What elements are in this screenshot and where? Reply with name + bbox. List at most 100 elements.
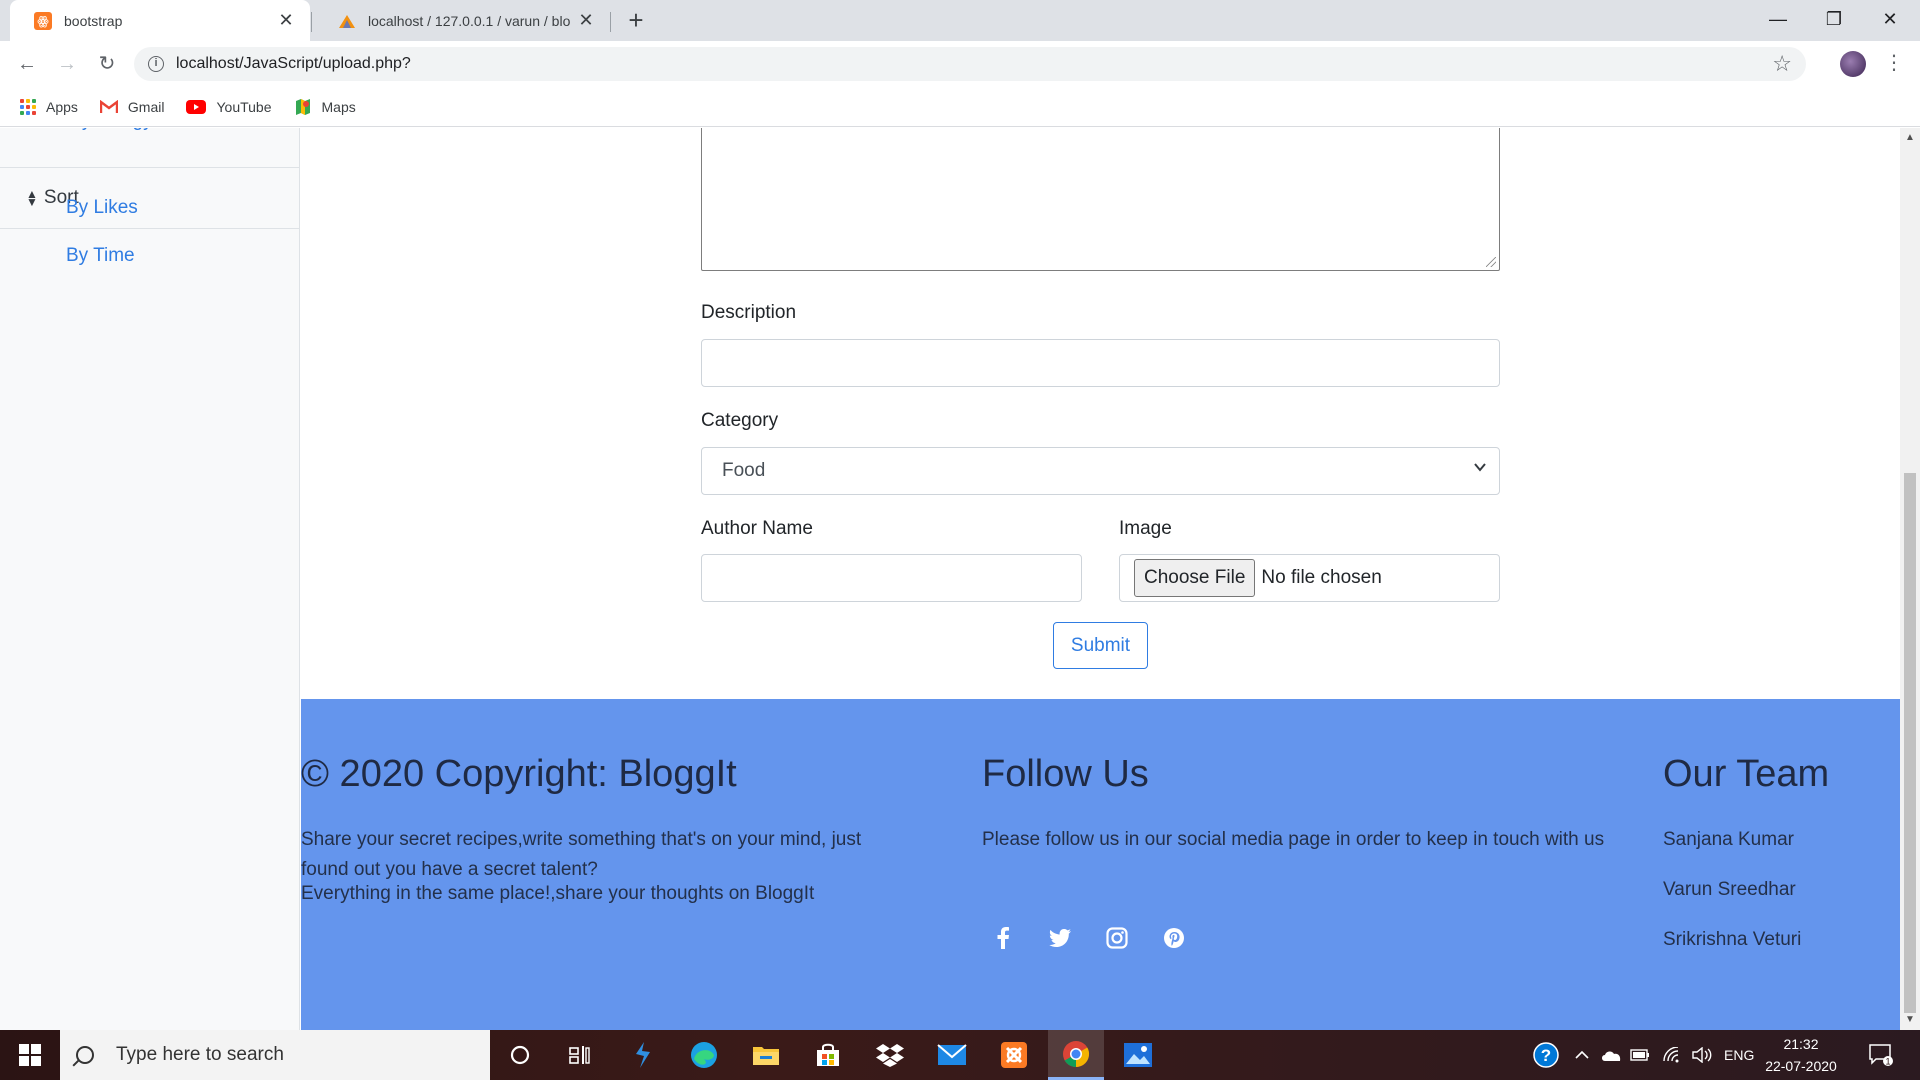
footer-follow-text: Please follow us in our social media pag… <box>982 829 1605 850</box>
volume-icon[interactable] <box>1692 1030 1712 1080</box>
xampp-icon: ꙮ <box>34 11 52 30</box>
dropbox-icon[interactable] <box>862 1030 918 1080</box>
no-file-text: No file chosen <box>1261 567 1382 588</box>
instagram-icon[interactable] <box>1102 923 1132 953</box>
onedrive-icon[interactable] <box>1600 1030 1622 1080</box>
taskbar-search-placeholder: Type here to search <box>116 1044 284 1065</box>
footer-copyright-heading: © 2020 Copyright: BloggIt <box>301 753 737 795</box>
tab-bootstrap[interactable]: ꙮ bootstrap ✕ <box>10 0 310 41</box>
tab-divider <box>311 12 312 32</box>
page-viewport: mythology ▲▼ Sort By Likes By Time Descr… <box>0 128 1900 1030</box>
sidebar-item-by-time[interactable]: By Time <box>66 245 135 267</box>
footer-copyright-text-2: Everything in the same place!,share your… <box>301 883 815 904</box>
sort-icon: ▲ ▼ <box>26 187 38 209</box>
task-view-icon[interactable] <box>552 1030 608 1080</box>
chevron-up-icon[interactable] <box>1574 1030 1590 1080</box>
xampp-taskbar-icon[interactable] <box>986 1030 1042 1080</box>
url-text: localhost/JavaScript/upload.php? <box>176 55 411 72</box>
category-select[interactable]: Food <box>701 447 1500 495</box>
content-textarea[interactable] <box>701 128 1500 271</box>
profile-avatar[interactable] <box>1840 51 1866 77</box>
page-scrollbar[interactable]: ▲ ▼ <box>1900 128 1920 1030</box>
sidebar-item-mythology[interactable]: mythology <box>66 128 153 132</box>
bookmark-apps[interactable]: Apps <box>20 98 78 115</box>
language-indicator[interactable]: ENG <box>1724 1030 1754 1080</box>
restore-button[interactable]: ❐ <box>1806 0 1862 41</box>
info-icon[interactable]: i <box>148 56 164 72</box>
start-button[interactable] <box>0 1030 60 1080</box>
bookmark-label: Gmail <box>127 98 165 115</box>
category-value: Food <box>722 460 766 481</box>
clock-time: 21:32 <box>1783 1036 1819 1052</box>
clock-date: 22-07-2020 <box>1765 1058 1837 1074</box>
choose-file-button[interactable]: Choose File <box>1134 559 1256 597</box>
tab-phpmyadmin[interactable]: localhost / 127.0.0.1 / varun / blo ✕ <box>314 0 610 41</box>
scrollbar-thumb[interactable] <box>1904 473 1916 1013</box>
visual-studio-code-icon[interactable] <box>614 1030 670 1080</box>
footer: © 2020 Copyright: BloggIt Share your sec… <box>301 699 1900 1030</box>
help-icon[interactable]: ? <box>1532 1030 1560 1080</box>
footer-follow-heading: Follow Us <box>982 753 1149 795</box>
submit-button[interactable]: Submit <box>1053 622 1148 669</box>
clock[interactable]: 21:32 22-07-2020 <box>1756 1033 1846 1077</box>
notification-icon[interactable]: 1 <box>1868 1030 1894 1080</box>
sidebar: mythology ▲▼ Sort By Likes By Time <box>0 128 300 1030</box>
browser-tab-bar: ꙮ bootstrap ✕ localhost / 127.0.0.1 / va… <box>0 0 1920 41</box>
category-label: Category <box>701 410 779 431</box>
search-icon <box>76 1046 94 1064</box>
wifi-icon[interactable] <box>1662 1030 1682 1080</box>
author-name-input[interactable] <box>701 554 1082 602</box>
microsoft-store-icon[interactable] <box>800 1030 856 1080</box>
maps-icon <box>294 98 312 116</box>
taskbar-search-box[interactable]: Type here to search <box>60 1030 490 1080</box>
forward-button[interactable]: → <box>52 49 82 79</box>
phpmyadmin-icon <box>338 12 356 30</box>
twitter-icon[interactable] <box>1045 923 1075 953</box>
menu-icon[interactable]: ⋮ <box>1884 50 1904 75</box>
bookmark-label: Apps <box>46 98 78 115</box>
reload-button[interactable]: ↻ <box>92 49 122 79</box>
image-file-input[interactable]: Choose File No file chosen <box>1119 554 1500 602</box>
close-icon[interactable]: ✕ <box>276 10 296 31</box>
mail-icon[interactable] <box>924 1030 980 1080</box>
photos-icon[interactable] <box>1110 1030 1166 1080</box>
author-name-label: Author Name <box>701 518 813 539</box>
chevron-down-icon <box>1473 460 1487 479</box>
youtube-icon <box>186 99 207 114</box>
bookmark-maps[interactable]: Maps <box>294 98 356 116</box>
sidebar-sort-header[interactable]: ▲ ▼ Sort <box>0 167 300 229</box>
close-icon[interactable]: ✕ <box>576 10 596 31</box>
footer-copyright-text: Share your secret recipes,write somethin… <box>301 829 862 880</box>
chrome-icon[interactable] <box>1048 1030 1104 1080</box>
new-tab-button[interactable]: + <box>622 6 650 34</box>
bookmark-youtube[interactable]: YouTube <box>186 99 272 115</box>
description-input[interactable] <box>701 339 1500 387</box>
windows-icon <box>19 1044 41 1066</box>
gmail-icon <box>99 99 118 114</box>
close-window-button[interactable]: ✕ <box>1862 0 1918 41</box>
battery-icon[interactable] <box>1630 1030 1650 1080</box>
resize-handle[interactable] <box>1486 257 1496 267</box>
facebook-icon[interactable] <box>988 923 1018 953</box>
back-button[interactable]: ← <box>12 49 42 79</box>
minimize-button[interactable]: — <box>1750 0 1806 41</box>
star-icon[interactable]: ☆ <box>1772 51 1792 77</box>
bookmark-gmail[interactable]: Gmail <box>99 98 165 115</box>
address-bar[interactable]: i localhost/JavaScript/upload.php? ☆ <box>134 47 1806 81</box>
team-member: Varun Sreedhar <box>1663 879 1796 900</box>
sidebar-item-by-likes[interactable]: By Likes <box>66 197 138 219</box>
team-member: Sanjana Kumar <box>1663 829 1794 850</box>
cortana-icon[interactable] <box>492 1030 548 1080</box>
file-explorer-icon[interactable] <box>738 1030 794 1080</box>
tab-divider <box>610 12 611 32</box>
scroll-up-icon[interactable]: ▲ <box>1905 132 1915 143</box>
scroll-down-icon[interactable]: ▼ <box>1905 1014 1915 1025</box>
notification-count: 1 <box>1885 1057 1890 1067</box>
team-member: Srikrishna Veturi <box>1663 929 1802 950</box>
bookmarks-bar: Apps Gmail YouTube Maps <box>0 87 1920 127</box>
edge-icon[interactable] <box>676 1030 732 1080</box>
tab-title: localhost / 127.0.0.1 / varun / blo <box>368 12 571 29</box>
bookmark-label: Maps <box>321 98 356 115</box>
pinterest-icon[interactable] <box>1159 923 1189 953</box>
footer-team-heading: Our Team <box>1663 753 1830 795</box>
